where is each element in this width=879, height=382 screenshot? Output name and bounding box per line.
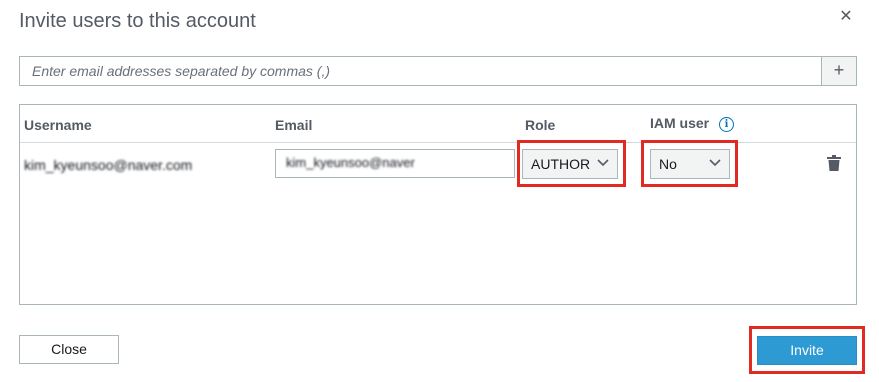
row-email-field[interactable]: kim_kyeunsoo@naver [275,149,515,178]
invite-users-dialog: Invite users to this account ✕ + Usernam… [0,0,879,382]
role-select[interactable]: AUTHOR [522,149,618,179]
close-button[interactable]: Close [19,335,119,364]
trash-icon[interactable] [827,155,841,171]
info-icon[interactable]: i [719,117,734,132]
invite-button[interactable]: Invite [757,336,857,365]
row-email-value: kim_kyeunsoo@naver [286,155,415,170]
email-addresses-input[interactable] [19,56,821,86]
column-header-role: Role [525,117,556,133]
column-header-email: Email [275,117,313,133]
users-table: Username Email Role IAM user i kim_kyeun… [19,104,857,305]
iam-user-select-value: No [659,156,677,172]
close-icon[interactable]: ✕ [835,6,857,28]
iam-user-select[interactable]: No [650,149,730,179]
table-header: Username Email Role IAM user i [20,105,856,143]
column-header-username: Username [24,117,92,133]
chevron-down-icon [709,159,721,167]
dialog-title: Invite users to this account [19,10,256,32]
chevron-down-icon [597,159,609,167]
row-username: kim_kyeunsoo@naver.com [24,157,193,173]
plus-icon: + [833,60,845,80]
add-email-button[interactable]: + [821,56,857,86]
column-header-iam-user: IAM user [650,115,710,131]
role-select-value: AUTHOR [531,156,591,172]
email-entry-row: + [19,56,857,86]
